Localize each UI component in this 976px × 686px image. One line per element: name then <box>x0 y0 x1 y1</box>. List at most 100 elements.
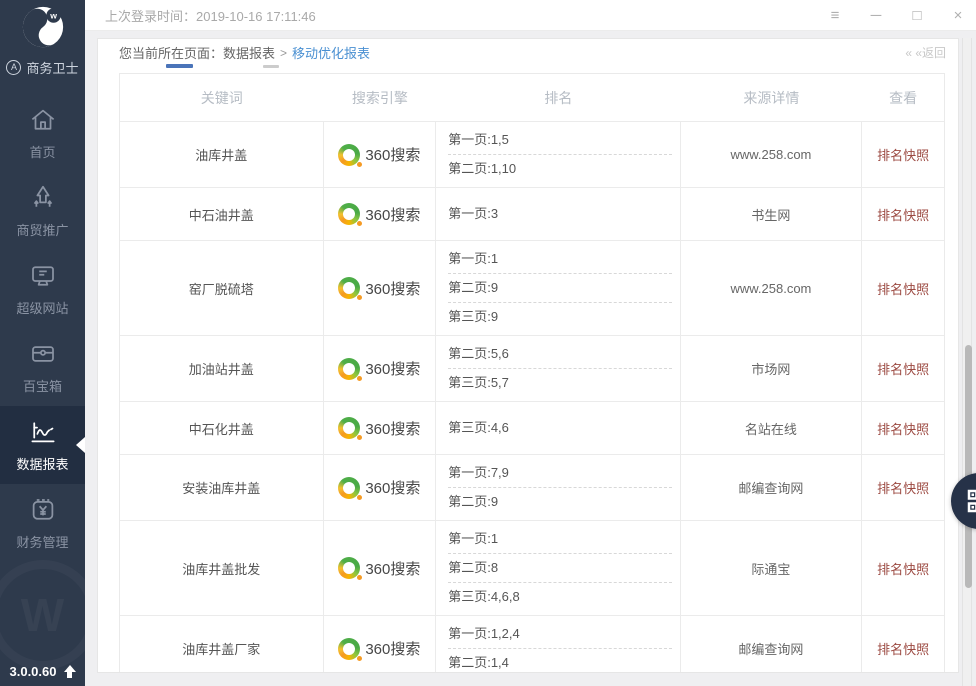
version-row: 3.0.0.60 <box>0 664 85 679</box>
promotion-icon <box>28 183 58 213</box>
engine-cell: 360搜索 <box>324 402 437 454</box>
table-row: 油库井盖 360搜索 第一页:1,5第二页:1,10 www.258.com 排… <box>120 122 944 188</box>
source-cell: 市场网 <box>681 336 863 401</box>
menu-icon[interactable]: ≡ <box>827 7 843 24</box>
back-link[interactable]: « «返回 <box>905 44 946 61</box>
snapshot-link[interactable]: 排名快照 <box>877 478 929 497</box>
rank-line: 第三页:4,6 <box>448 414 671 442</box>
sidebar-item-label: 商贸推广 <box>16 220 68 239</box>
view-cell: 排名快照 <box>862 122 944 187</box>
keyword-cell: 中石油井盖 <box>120 188 324 240</box>
360-search-icon <box>338 203 360 225</box>
watermark-logo: W <box>0 560 85 670</box>
snapshot-link[interactable]: 排名快照 <box>877 145 929 164</box>
sidebar-item-promotion[interactable]: 商贸推广 <box>0 172 85 250</box>
360-search-icon <box>338 277 360 299</box>
update-arrow-icon[interactable] <box>64 665 76 679</box>
header-view: 查看 <box>862 88 944 108</box>
keyword-cell: 窑厂脱硫塔 <box>120 241 324 335</box>
scrollbar-track[interactable] <box>962 38 972 686</box>
breadcrumb-current-link[interactable]: 移动优化报表 <box>292 43 370 62</box>
maximize-icon[interactable]: □ <box>909 7 925 24</box>
engine-cell: 360搜索 <box>324 521 437 615</box>
snapshot-link[interactable]: 排名快照 <box>877 359 929 378</box>
report-chart-icon <box>28 417 58 447</box>
breadcrumb: 您当前所在页面： 数据报表 > 移动优化报表 « «返回 <box>119 39 946 66</box>
minimize-icon[interactable]: ─ <box>868 7 884 24</box>
rank-line: 第二页:1,10 <box>448 155 671 183</box>
360-search-icon <box>338 144 360 166</box>
view-cell: 排名快照 <box>862 241 944 335</box>
keyword-cell: 中石化井盖 <box>120 402 324 454</box>
scrollbar-thumb[interactable] <box>965 345 972 588</box>
snapshot-link[interactable]: 排名快照 <box>877 205 929 224</box>
engine-label: 360搜索 <box>365 638 420 659</box>
keyword-cell: 安装油库井盖 <box>120 455 324 520</box>
snapshot-link[interactable]: 排名快照 <box>877 419 929 438</box>
toolbox-icon <box>28 339 58 369</box>
table-row: 中石化井盖 360搜索 第三页:4,6 名站在线 排名快照 <box>120 402 944 455</box>
sidebar-item-reports[interactable]: 数据报表 <box>0 406 85 484</box>
last-login-text: 上次登录时间：2019-10-16 17:11:46 <box>105 0 316 30</box>
keyword-cell: 油库井盖批发 <box>120 521 324 615</box>
breadcrumb-separator: > <box>280 46 287 60</box>
table-row: 油库井盖厂家 360搜索 第一页:1,2,4第二页:1,4 邮编查询网 排名快照 <box>120 616 944 673</box>
engine-cell: 360搜索 <box>324 616 437 673</box>
rank-cell: 第一页:1,5第二页:1,10 <box>436 122 680 187</box>
active-notch <box>76 437 85 453</box>
close-icon[interactable]: × <box>950 7 966 24</box>
header-source: 来源详情 <box>681 88 863 108</box>
360-search-icon <box>338 358 360 380</box>
engine-cell: 360搜索 <box>324 122 437 187</box>
sidebar-item-label: 财务管理 <box>16 532 68 551</box>
rank-cell: 第二页:5,6第三页:5,7 <box>436 336 680 401</box>
snapshot-link[interactable]: 排名快照 <box>877 639 929 658</box>
rank-line: 第一页:3 <box>448 200 671 228</box>
finance-icon <box>28 495 58 525</box>
table-row: 加油站井盖 360搜索 第二页:5,6第三页:5,7 市场网 排名快照 <box>120 336 944 402</box>
rank-line: 第二页:9 <box>448 488 671 516</box>
sidebar-item-home[interactable]: 首页 <box>0 94 85 172</box>
qr-code-icon <box>964 486 976 516</box>
version-number: 3.0.0.60 <box>10 664 57 679</box>
source-cell: 邮编查询网 <box>681 616 863 673</box>
engine-label: 360搜索 <box>365 144 420 165</box>
rank-cell: 第三页:4,6 <box>436 402 680 454</box>
content-area: 您当前所在页面： 数据报表 > 移动优化报表 « «返回 关键词 搜索引擎 排名… <box>85 31 976 686</box>
rank-cell: 第一页:7,9第二页:9 <box>436 455 680 520</box>
sidebar-item-toolbox[interactable]: 百宝箱 <box>0 328 85 406</box>
brand: A 商务卫士 <box>0 58 85 77</box>
view-cell: 排名快照 <box>862 455 944 520</box>
engine-cell: 360搜索 <box>324 188 437 240</box>
breadcrumb-section: 数据报表 <box>223 43 275 62</box>
engine-label: 360搜索 <box>365 418 420 439</box>
home-icon <box>28 105 58 135</box>
keyword-cell: 油库井盖厂家 <box>120 616 324 673</box>
rank-cell: 第一页:1第二页:8第三页:4,6,8 <box>436 521 680 615</box>
sidebar-item-label: 超级网站 <box>16 298 68 317</box>
snapshot-link[interactable]: 排名快照 <box>877 559 929 578</box>
rank-cell: 第一页:1第二页:9第三页:9 <box>436 241 680 335</box>
view-cell: 排名快照 <box>862 616 944 673</box>
engine-label: 360搜索 <box>365 358 420 379</box>
view-cell: 排名快照 <box>862 336 944 401</box>
source-cell: www.258.com <box>681 241 863 335</box>
header-keyword: 关键词 <box>120 88 324 108</box>
sidebar-nav: 首页 商贸推广 超级网站 <box>0 94 85 562</box>
rank-line: 第一页:1 <box>448 525 671 554</box>
source-cell: 名站在线 <box>681 402 863 454</box>
header-rank: 排名 <box>436 88 680 108</box>
snapshot-link[interactable]: 排名快照 <box>877 279 929 298</box>
brand-name: 商务卫士 <box>26 58 78 77</box>
sidebar-item-website[interactable]: 超级网站 <box>0 250 85 328</box>
table-row: 安装油库井盖 360搜索 第一页:7,9第二页:9 邮编查询网 排名快照 <box>120 455 944 521</box>
source-cell: 邮编查询网 <box>681 455 863 520</box>
rank-line: 第三页:4,6,8 <box>448 583 671 611</box>
rank-line: 第三页:5,7 <box>448 369 671 397</box>
sidebar-item-finance[interactable]: 财务管理 <box>0 484 85 562</box>
view-cell: 排名快照 <box>862 402 944 454</box>
rank-line: 第二页:5,6 <box>448 340 671 369</box>
360-search-icon <box>338 557 360 579</box>
table-body: 油库井盖 360搜索 第一页:1,5第二页:1,10 www.258.com 排… <box>120 122 944 673</box>
breadcrumb-label: 您当前所在页面： <box>119 43 223 62</box>
